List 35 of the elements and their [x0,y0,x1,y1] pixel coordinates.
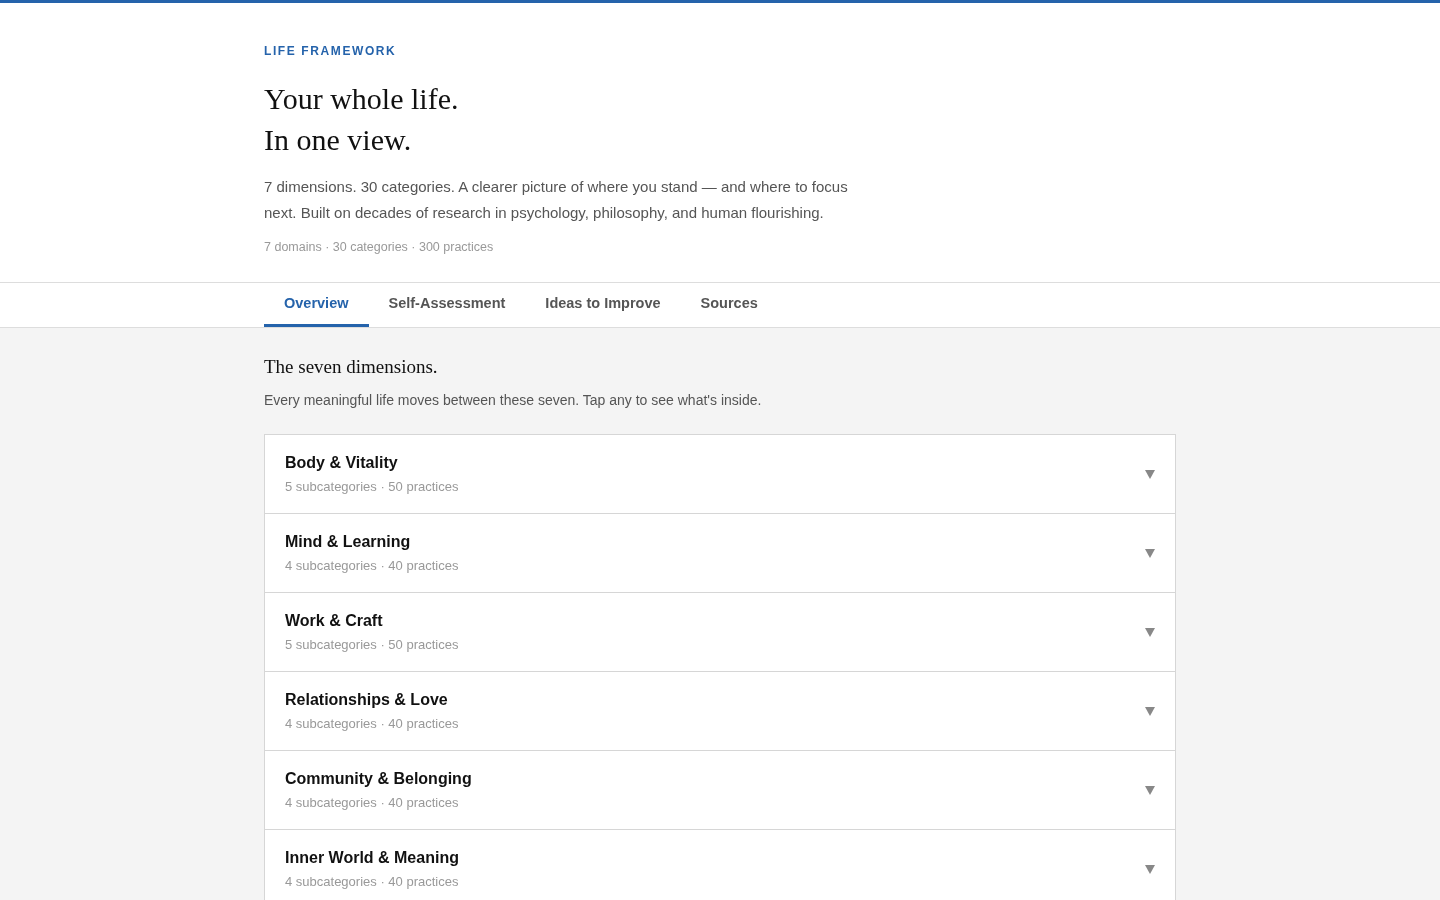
dimension-meta: 4 subcategories · 40 practices [285,874,459,889]
tab[interactable]: Overview [264,283,369,327]
section-subtitle: Every meaningful life moves between these seven. Tap any to see what's inside. [264,392,763,408]
dimension-name: Community & Belonging [285,770,472,788]
caret-icon [1145,469,1155,479]
dimension-row[interactable]: Relationships & Love 4 subcategories · 40 practices [265,672,1175,751]
dimension-row[interactable]: Inner World & Meaning 4 subcategories · 40 practices [265,830,1175,900]
page-title: In one view. [264,122,412,158]
tab[interactable]: Sources [680,283,778,327]
section-title: The seven dimensions. [264,356,439,378]
dimension-row[interactable]: Community & Belonging 4 subcategories · 40 practices [265,751,1175,830]
dimension-meta: 4 subcategories · 40 practices [285,558,459,573]
dimension-name: Inner World & Meaning [285,849,459,867]
dimension-name: Mind & Learning [285,533,411,551]
dimension-meta: 5 subcategories · 50 practices [285,479,459,494]
intro-text: 7 dimensions. 30 categories. A clearer picture of where you stand — and where to focus next. Built on decades of research in psychology, philosophy, and human flourishing. [264,177,849,223]
dimension-meta: 4 subcategories · 40 practices [285,716,459,731]
dimension-meta: 5 subcategories · 50 practices [285,637,459,652]
caret-icon [1145,864,1155,874]
dimension-name: Work & Craft [285,612,383,630]
dimension-name: Relationships & Love [285,691,448,709]
dimension-meta: 4 subcategories · 40 practices [285,795,459,810]
caret-icon [1145,627,1155,637]
dimension-name: Body & Vitality [285,454,398,472]
dimension-row[interactable]: Work & Craft 5 subcategories · 50 practices [265,593,1175,672]
stats-text: 7 domains · 30 categories · 300 practices [264,240,495,254]
tab[interactable]: Ideas to Improve [525,283,681,327]
tab[interactable]: Self-Assessment [368,283,526,327]
page-title: Your whole life. [264,81,459,117]
dimension-row[interactable]: Body & Vitality 5 subcategories · 50 practices [265,435,1175,514]
eyebrow-label: LIFE FRAMEWORK [264,44,398,58]
caret-icon [1145,706,1155,716]
caret-icon [1145,548,1155,558]
caret-icon [1145,785,1155,795]
dimension-row[interactable]: Mind & Learning 4 subcategories · 40 practices [265,514,1175,593]
